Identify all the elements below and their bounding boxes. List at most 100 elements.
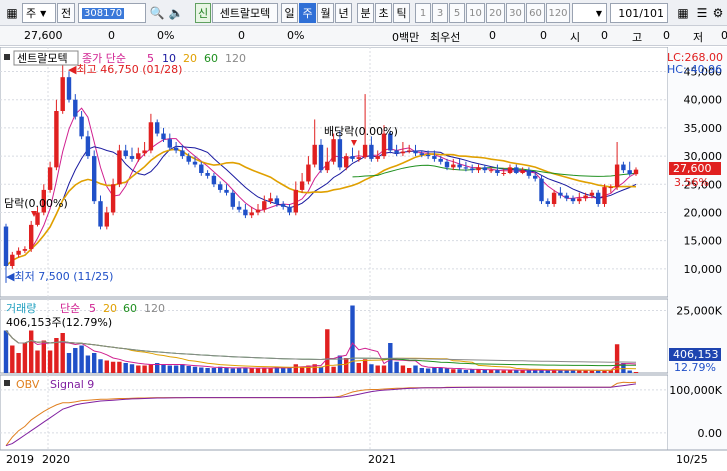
market-select-value: 주 — [26, 7, 37, 20]
candle-body — [495, 170, 500, 173]
low-value: 0 — [721, 29, 727, 42]
candle-body — [337, 139, 343, 168]
count-field[interactable]: 101/101 — [610, 3, 668, 23]
volume-bar — [406, 368, 412, 373]
quote-bar: 27,600 0 0% 0 0% 0백만 최우선 0 0 시 0 고 0 저 0 — [0, 26, 727, 46]
candle-body — [413, 150, 418, 154]
new-badge: 신 — [195, 3, 211, 23]
volume-bar — [79, 345, 84, 373]
volume-bar — [545, 370, 551, 373]
volume-bar — [211, 368, 217, 373]
stock-code-input[interactable]: 308170 — [78, 3, 146, 23]
volume-bar — [3, 330, 9, 373]
volume-bar — [583, 370, 588, 373]
period-year[interactable]: 년 — [335, 3, 352, 23]
stock-name: 센트랄모텍 — [212, 3, 278, 23]
candle-body — [476, 167, 481, 171]
interval-20[interactable]: 20 — [486, 3, 505, 23]
candle-body — [507, 167, 513, 173]
volume-bar — [104, 360, 110, 373]
period-week[interactable]: 주 — [299, 3, 316, 23]
interval-dropdown-icon[interactable]: ▼ — [592, 3, 606, 23]
volume-ma-60: 60 — [123, 302, 137, 315]
candle-body — [608, 187, 614, 189]
toolbar: ▦ 주 ▼ 전 308170 🔍 🔈 신 센트랄모텍 일 주 월 년 분 초 틱… — [0, 0, 727, 26]
candle-body — [343, 156, 349, 168]
candle-body — [570, 198, 576, 202]
speaker-icon[interactable]: 🔈 — [166, 3, 186, 23]
interval-120[interactable]: 120 — [546, 3, 570, 23]
quote-value-3: 0 — [238, 29, 245, 42]
candle-body — [91, 156, 97, 202]
candle-body — [451, 164, 456, 168]
candle-body — [205, 173, 210, 176]
volume-bar — [564, 370, 569, 373]
volume-bar — [621, 363, 626, 373]
candle-body — [375, 156, 380, 159]
search-icon[interactable]: 🔍 — [147, 3, 167, 23]
interval-3[interactable]: 3 — [432, 3, 448, 23]
volume-bar — [136, 365, 141, 373]
interval-60[interactable]: 60 — [526, 3, 545, 23]
volume-bar — [180, 364, 185, 373]
candle-body — [482, 167, 488, 171]
interval-10[interactable]: 10 — [466, 3, 485, 23]
current-volume-pct: 12.79% — [674, 361, 716, 374]
market-select[interactable]: 주 ▼ — [22, 3, 56, 23]
x-label-end: 10/25 — [676, 453, 708, 466]
candle-body — [526, 170, 532, 176]
candle-body — [287, 206, 292, 213]
price-y-tick: 15,000 — [684, 235, 723, 248]
settings-icon[interactable]: ⚙ — [710, 3, 726, 23]
grid-icon[interactable]: ▦ — [2, 3, 22, 23]
volume-bar — [47, 350, 53, 373]
candle-body — [425, 154, 431, 157]
candle-body — [318, 144, 324, 171]
candle-body — [564, 195, 569, 199]
candle-body — [262, 201, 267, 210]
obv-panel-handle-icon[interactable] — [4, 380, 10, 386]
stock-chart[interactable]: 45,00040,00035,00030,00025,00020,00015,0… — [0, 46, 727, 468]
candle-body — [325, 161, 330, 171]
grid-view-icon[interactable]: ▦ — [673, 3, 693, 23]
all-button[interactable]: 전 — [57, 3, 75, 23]
period-month[interactable]: 월 — [317, 3, 334, 23]
period-day[interactable]: 일 — [281, 3, 298, 23]
candle-body — [614, 164, 620, 188]
volume-bar — [268, 368, 273, 373]
volume-y-tick: 25,000K — [676, 305, 722, 318]
period-second[interactable]: 초 — [375, 3, 392, 23]
volume-bar — [375, 365, 380, 373]
period-minute[interactable]: 분 — [357, 3, 374, 23]
candle-body — [142, 150, 147, 154]
candle-body — [104, 212, 110, 227]
candle-body — [173, 147, 179, 151]
panel-handle-icon[interactable] — [4, 54, 10, 60]
volume-bar — [192, 366, 198, 373]
volume-bar — [532, 370, 538, 373]
count-value: 101 — [618, 6, 640, 20]
period-tick[interactable]: 틱 — [393, 3, 410, 23]
volume-bar — [117, 361, 122, 373]
volume-bar — [186, 366, 191, 373]
candle-body — [551, 192, 557, 204]
chart-area[interactable]: 45,000 40,000 35,000 30,000 25,000 20,000 15,0… — [0, 46, 727, 468]
candle-body — [10, 254, 15, 266]
volume-bar — [287, 368, 292, 373]
volume-bar — [199, 367, 204, 373]
price-change: 0 — [108, 29, 115, 42]
volume-bar — [356, 363, 362, 373]
interval-5[interactable]: 5 — [449, 3, 465, 23]
price-panel — [0, 46, 669, 298]
stock-code-value: 308170 — [82, 7, 125, 19]
candle-body — [28, 224, 34, 250]
volume-bar — [129, 364, 135, 373]
volume-bar — [110, 361, 116, 373]
candle-body — [110, 184, 116, 213]
trade-amount: 0백만 — [392, 31, 420, 44]
list-view-icon[interactable]: ☰ — [692, 3, 712, 23]
candle-body — [236, 206, 242, 210]
interval-30[interactable]: 30 — [506, 3, 525, 23]
interval-1[interactable]: 1 — [415, 3, 431, 23]
volume-bar — [60, 333, 65, 373]
